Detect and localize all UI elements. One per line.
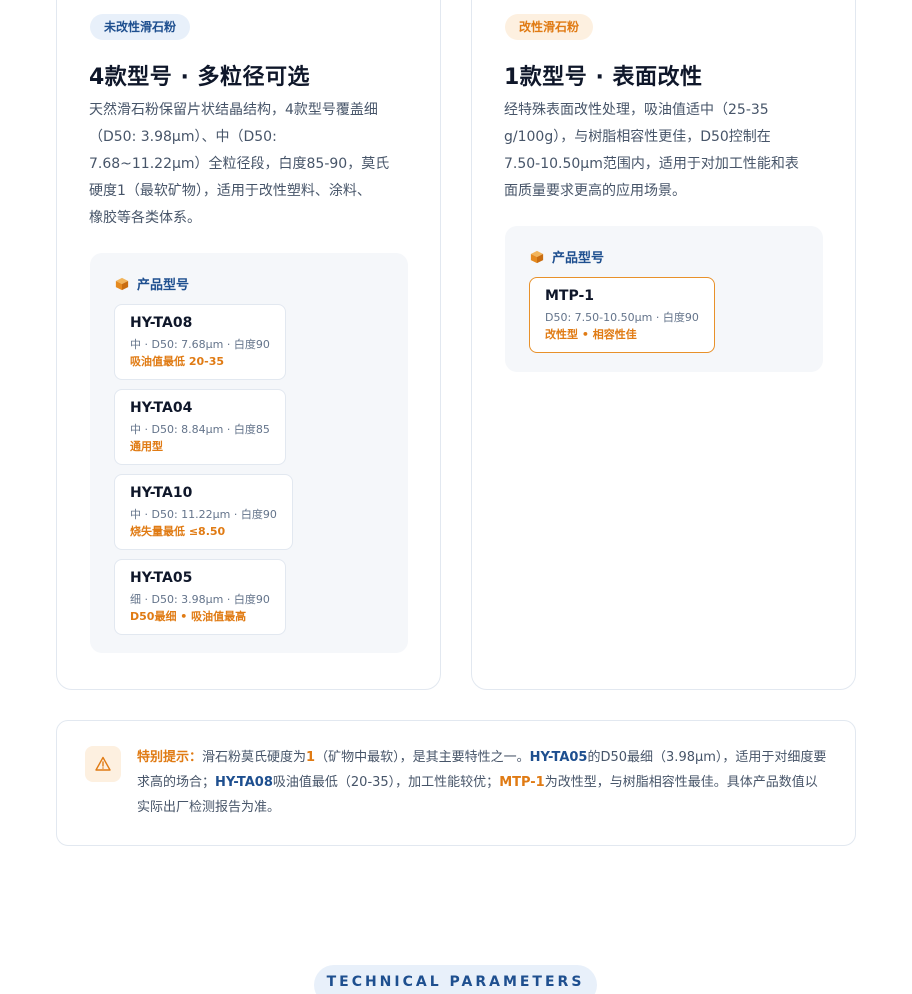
product-card-hy-ta05[interactable]: HY-TA05 细 · D50: 3.98μm · 白度90 D50最细 • 吸… — [114, 559, 286, 635]
product-card-mtp-1[interactable]: MTP-1 D50: 7.50-10.50μm · 白度90 改性型 • 相容性… — [529, 277, 715, 353]
special-notice-box: 特别提示：滑石粉莫氏硬度为1（矿物中最软），是其主要特性之一。HY-TA05的D… — [56, 720, 856, 846]
product-name: MTP-1 — [545, 288, 595, 304]
modified-talc-card: 改性滑石粉 1款型号 · 表面改性 经特殊表面改性处理，吸油值适中（25-35 … — [471, 0, 856, 690]
product-spec: 中 · D50: 11.22μm · 白度90 — [130, 508, 277, 521]
notice-model-link: HY-TA05 — [529, 750, 588, 765]
product-name: HY-TA05 — [130, 570, 193, 586]
section-label-technical-parameters: TECHNICAL PARAMETERS — [314, 965, 597, 994]
panel-title-label: 产品型号 — [137, 278, 190, 293]
description-line: 硬度1（最软矿物），适用于改性塑料、涂料、 — [89, 183, 371, 199]
category-badge: 改性滑石粉 — [505, 14, 594, 40]
product-models-panel: 产品型号 MTP-1 D50: 7.50-10.50μm · 白度90 改性型 … — [505, 226, 823, 372]
panel-title: 产品型号 — [530, 247, 604, 266]
product-name: HY-TA10 — [130, 485, 193, 501]
product-tag: 烧失量最低 ≤8.50 — [130, 525, 226, 538]
product-spec: D50: 7.50-10.50μm · 白度90 — [545, 311, 699, 324]
notice-label: 特别提示： — [137, 750, 203, 765]
product-models-panel: 产品型号 HY-TA08 中 · D50: 7.68μm · 白度90 吸油值最… — [90, 253, 408, 653]
package-icon — [115, 277, 129, 290]
category-badge: 未改性滑石粉 — [90, 14, 191, 40]
description-line: 天然滑石粉保留片状结晶结构，4款型号覆盖细 — [89, 102, 378, 118]
notice-hardness-value: 1 — [306, 750, 316, 765]
product-spec: 细 · D50: 3.98μm · 白度90 — [130, 593, 270, 606]
product-card-hy-ta08[interactable]: HY-TA08 中 · D50: 7.68μm · 白度90 吸油值最低 20-… — [114, 304, 286, 380]
description-line: 7.68~11.22μm）全粒径段，白度85-90，莫氏 — [89, 156, 390, 172]
product-tag: D50最细 • 吸油值最高 — [130, 610, 247, 623]
product-tag: 吸油值最低 20-35 — [130, 355, 225, 368]
notice-model-link: HY-TA08 — [215, 775, 273, 790]
notice-model-link: MTP-1 — [499, 775, 545, 790]
product-card-hy-ta04[interactable]: HY-TA04 中 · D50: 8.84μm · 白度85 通用型 — [114, 389, 286, 465]
card-title: 4款型号 · 多粒径可选 — [89, 65, 310, 90]
product-tag: 改性型 • 相容性佳 — [545, 328, 637, 341]
description-line: g/100g），与树脂相容性更佳，D50控制在 — [504, 129, 771, 145]
card-description: 天然滑石粉保留片状结晶结构，4款型号覆盖细 （D50: 3.98μm）、中（D5… — [89, 97, 419, 232]
product-name: HY-TA04 — [130, 400, 193, 416]
product-name: HY-TA08 — [130, 315, 193, 331]
description-line: （D50: 3.98μm）、中（D50: — [89, 129, 277, 145]
description-line: 经特殊表面改性处理，吸油值适中（25-35 — [504, 102, 769, 118]
notice-text: 特别提示：滑石粉莫氏硬度为1（矿物中最软），是其主要特性之一。HY-TA05的D… — [137, 745, 827, 820]
package-icon — [530, 250, 544, 263]
product-card-hy-ta10[interactable]: HY-TA10 中 · D50: 11.22μm · 白度90 烧失量最低 ≤8… — [114, 474, 293, 550]
unmodified-talc-card: 未改性滑石粉 4款型号 · 多粒径可选 天然滑石粉保留片状结晶结构，4款型号覆盖… — [56, 0, 441, 690]
card-title: 1款型号 · 表面改性 — [504, 65, 703, 90]
notice-text-part: （矿物中最软），是其主要特性之一。 — [315, 750, 530, 765]
description-line: 橡胶等各类体系。 — [89, 210, 201, 226]
notice-text-part: 滑石粉莫氏硬度为 — [202, 750, 307, 765]
product-spec: 中 · D50: 8.84μm · 白度85 — [130, 423, 270, 436]
panel-title: 产品型号 — [115, 274, 189, 293]
card-description: 经特殊表面改性处理，吸油值适中（25-35 g/100g），与树脂相容性更佳，D… — [504, 97, 834, 205]
description-line: 7.50-10.50μm范围内，适用于对加工性能和表 — [504, 156, 799, 172]
notice-text-part: 吸油值最低（20-35），加工性能较优； — [272, 775, 500, 790]
panel-title-label: 产品型号 — [552, 251, 605, 266]
description-line: 面质量要求更高的应用场景。 — [504, 183, 686, 199]
warning-icon — [85, 746, 121, 782]
product-tag: 通用型 — [130, 440, 163, 453]
product-spec: 中 · D50: 7.68μm · 白度90 — [130, 338, 270, 351]
